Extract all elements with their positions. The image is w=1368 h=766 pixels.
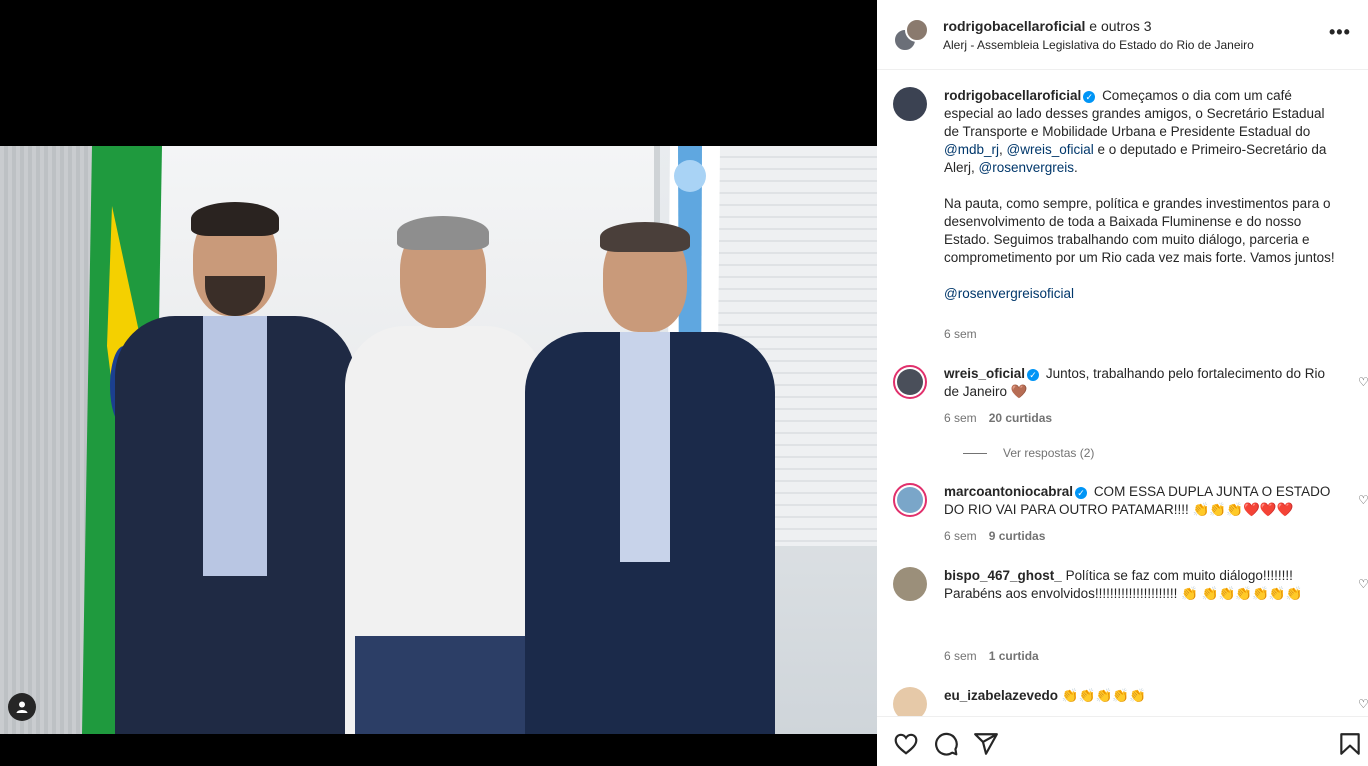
bookmark-icon[interactable]: [1337, 731, 1363, 757]
avatar: [905, 18, 929, 42]
verified-icon: ✓: [1075, 487, 1088, 499]
likes-count[interactable]: 9 curtidas: [989, 529, 1046, 543]
comment-meta: 6 sem 1 curtida: [944, 649, 1039, 663]
comment-text: wreis_oficial ✓ Juntos, trabalhando pelo …: [944, 365, 1339, 401]
comment-meta: 6 sem 9 curtidas: [944, 529, 1045, 543]
heart-icon[interactable]: ♡: [1358, 493, 1368, 507]
caption-username[interactable]: rodrigobacellaroficial: [944, 88, 1081, 103]
send-icon[interactable]: [973, 731, 999, 757]
action-bar: [877, 716, 1368, 766]
caption-separator: ,: [998, 142, 1003, 157]
tagged-users-icon[interactable]: [8, 693, 36, 721]
comment-username[interactable]: bispo_467_ghost_: [944, 568, 1062, 583]
post-photo[interactable]: [0, 146, 877, 734]
mention-link[interactable]: @wreis_oficial: [1007, 142, 1094, 157]
post-side-panel: rodrigobacellaroficial e outros 3 Alerj …: [877, 0, 1368, 766]
likes-count[interactable]: 20 curtidas: [989, 411, 1052, 425]
post-media: [0, 0, 877, 766]
person-left: [115, 202, 355, 734]
comment-text: marcoantoniocabral ✓ COM ESSA DUPLA JUNTA…: [944, 483, 1339, 519]
caption-time: 6 sem: [944, 327, 977, 341]
caption-paragraph-2: Na pauta, como sempre, política e grande…: [944, 196, 1335, 265]
person-center: [345, 216, 545, 734]
time-label: 6 sem: [944, 529, 977, 543]
heart-icon[interactable]: ♡: [1358, 375, 1368, 389]
likes-count[interactable]: 1 curtida: [989, 649, 1039, 663]
time-label: 6 sem: [944, 411, 977, 425]
comment-text: eu_izabelazevedo 👏👏👏👏👏: [944, 687, 1339, 705]
mention-link[interactable]: @mdb_rj: [944, 142, 999, 157]
post-header: rodrigobacellaroficial e outros 3 Alerj …: [877, 0, 1368, 70]
caption-text-3: .: [1074, 160, 1078, 175]
collab-avatars[interactable]: [893, 18, 929, 52]
view-replies[interactable]: Ver respostas (2): [963, 446, 1094, 460]
comment-username[interactable]: wreis_oficial: [944, 366, 1025, 381]
heart-icon[interactable]: [893, 731, 919, 757]
time-label: 6 sem: [944, 327, 977, 341]
wall-texture: [0, 146, 92, 734]
heart-icon[interactable]: ♡: [1358, 577, 1368, 591]
comment-body: 👏👏👏👏👏: [1061, 688, 1146, 703]
mention-link[interactable]: @rosenvergreis: [979, 160, 1075, 175]
avatar[interactable]: [893, 483, 927, 517]
comment-text: bispo_467_ghost_ Política se faz com mui…: [944, 567, 1304, 603]
avatar[interactable]: [893, 687, 927, 716]
header-location[interactable]: Alerj - Assembleia Legislativa do Estado…: [943, 38, 1254, 52]
heart-icon[interactable]: ♡: [1358, 697, 1368, 711]
avatar[interactable]: [893, 365, 927, 399]
avatar[interactable]: [893, 87, 927, 121]
mention-link[interactable]: @rosenvergreisoficial: [944, 285, 1339, 303]
avatar[interactable]: [893, 567, 927, 601]
verified-icon: ✓: [1083, 91, 1096, 103]
comments-scroll[interactable]: rodrigobacellaroficial ✓ Começamos o dia …: [877, 71, 1368, 716]
comment-meta: 6 sem 20 curtidas: [944, 411, 1052, 425]
header-others[interactable]: e outros 3: [1089, 18, 1151, 34]
more-horizontal-icon[interactable]: •••: [1329, 22, 1351, 43]
comment-username[interactable]: eu_izabelazevedo: [944, 688, 1058, 703]
time-label: 6 sem: [944, 649, 977, 663]
header-username[interactable]: rodrigobacellaroficial: [943, 18, 1085, 34]
view-replies-label: Ver respostas (2): [1003, 446, 1095, 460]
caption-text: rodrigobacellaroficial ✓ Começamos o dia …: [944, 87, 1339, 303]
comment-icon[interactable]: [933, 731, 959, 757]
comment-username[interactable]: marcoantoniocabral: [944, 484, 1073, 499]
person-right: [525, 222, 775, 734]
header-title: rodrigobacellaroficial e outros 3: [943, 18, 1152, 34]
verified-icon: ✓: [1027, 369, 1040, 381]
